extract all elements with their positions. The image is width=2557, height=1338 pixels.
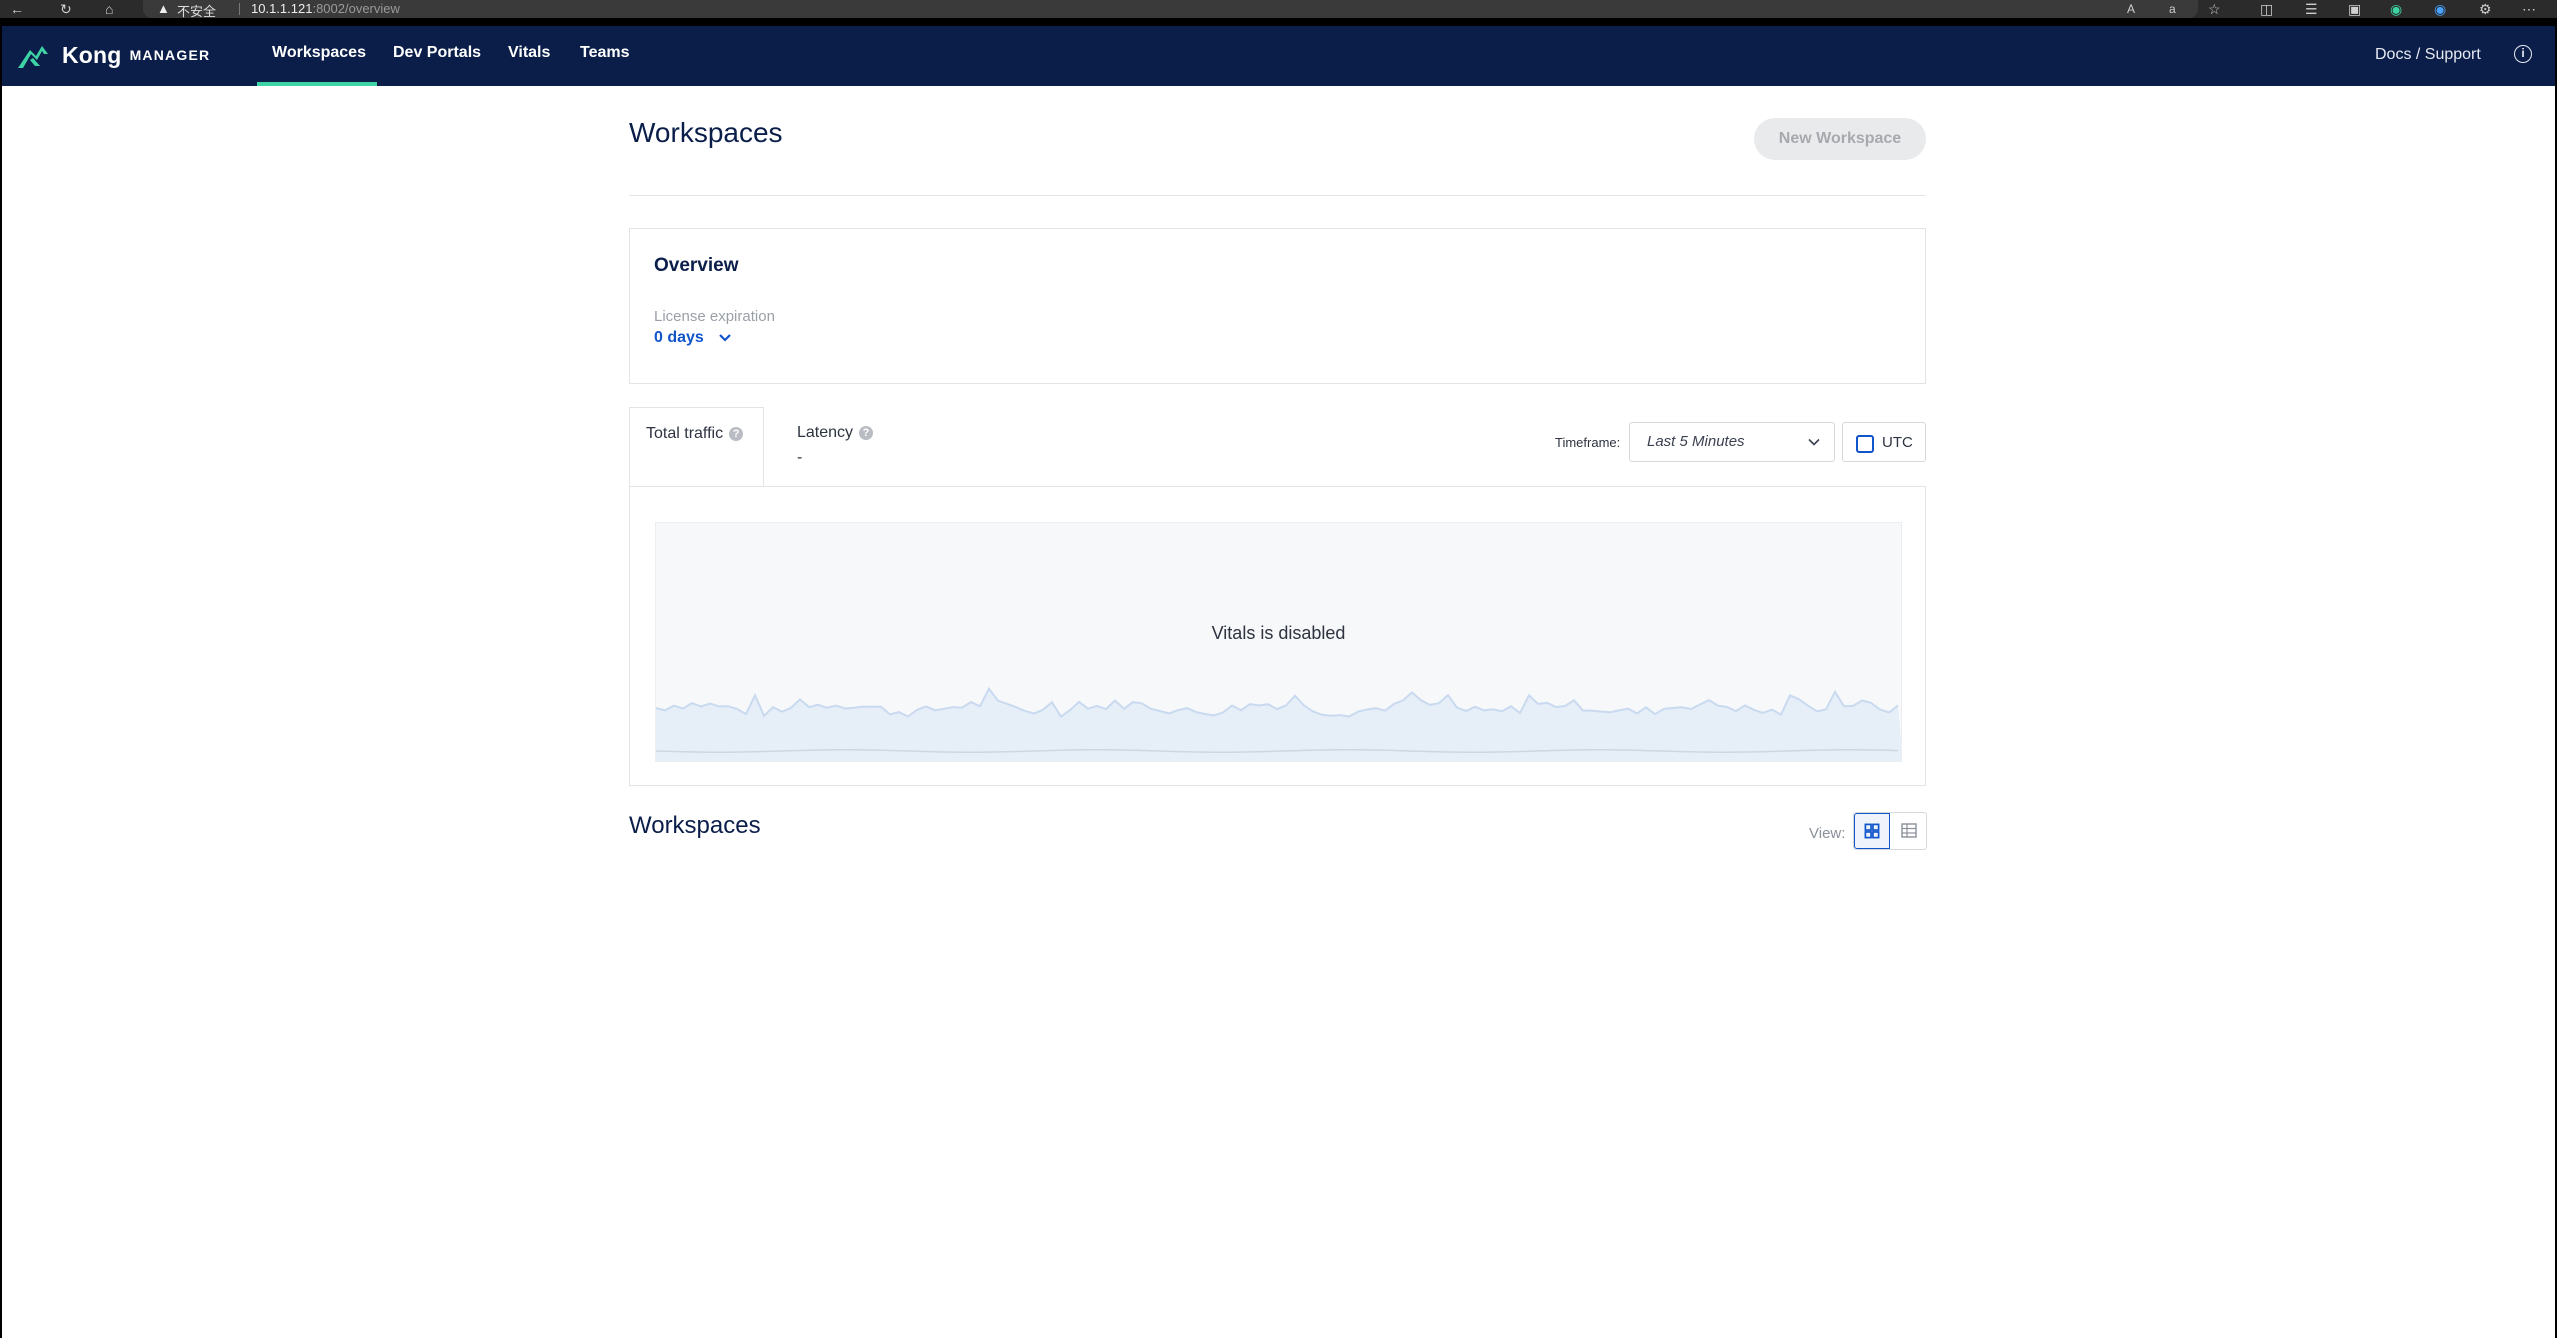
table-icon — [1901, 823, 1917, 838]
read-aloud-icon[interactable]: A — [2127, 1, 2135, 17]
total-traffic-label: Total traffic — [646, 425, 724, 442]
timeframe-label: Timeframe: — [1555, 435, 1621, 450]
license-expiration-label: License expiration — [654, 308, 775, 325]
help-icon[interactable]: ? — [729, 427, 744, 441]
docs-support-link[interactable]: Docs / Support — [2375, 46, 2481, 64]
overview-card: Overview License expiration 0 days — [629, 228, 1926, 384]
kong-logo-icon — [18, 46, 48, 68]
brand-name: Kong — [62, 41, 122, 68]
timeframe-value: Last 5 Minutes — [1647, 433, 1745, 450]
nav-dev-portals[interactable]: Dev Portals — [393, 44, 481, 62]
edge-icon[interactable]: ◉ — [2434, 1, 2446, 17]
utc-label: UTC — [1882, 434, 1913, 451]
info-icon[interactable]: i — [2514, 45, 2532, 63]
overview-title: Overview — [654, 255, 739, 276]
new-workspace-button[interactable]: New Workspace — [1754, 118, 1926, 160]
table-view-button[interactable] — [1891, 813, 1927, 849]
nav-vitals[interactable]: Vitals — [508, 44, 550, 62]
top-navbar: Kong MANAGER Workspaces Dev Portals Vita… — [2, 26, 2555, 86]
view-label: View: — [1809, 825, 1846, 842]
tab-latency[interactable]: Latency ? — [797, 424, 874, 442]
utc-toggle[interactable]: UTC — [1842, 422, 1926, 462]
url-text[interactable]: 10.1.1.121:8002/overview — [251, 1, 400, 16]
page-title: Workspaces — [629, 117, 783, 148]
brand-subtitle: MANAGER — [129, 47, 211, 63]
settings-icon[interactable]: ⚙ — [2479, 1, 2492, 17]
reload-icon[interactable]: ↻ — [60, 1, 72, 17]
kong-logo[interactable]: Kong MANAGER — [16, 40, 210, 70]
grid-view-button[interactable] — [1854, 813, 1890, 849]
url-host: 10.1.1.121 — [251, 1, 313, 16]
latency-label: Latency — [797, 424, 854, 441]
collections-icon[interactable]: ▣ — [2348, 1, 2361, 17]
nav-workspaces[interactable]: Workspaces — [272, 44, 366, 62]
home-icon[interactable]: ⌂ — [105, 1, 113, 17]
header-divider — [629, 195, 1926, 196]
vitals-chart-card: Vitals is disabled — [629, 486, 1926, 786]
vitals-chart-placeholder: Vitals is disabled — [655, 522, 1902, 762]
warning-icon: ▲ — [157, 1, 170, 16]
license-expiration-value: 0 days — [654, 329, 704, 346]
active-nav-indicator — [257, 82, 377, 86]
utc-checkbox[interactable] — [1856, 435, 1874, 453]
tab-total-traffic[interactable]: Total traffic ? — [629, 407, 764, 487]
url-path: :8002/overview — [312, 1, 400, 16]
workspaces-section-title: Workspaces — [629, 812, 761, 839]
favorite-icon[interactable]: ☆ — [2208, 1, 2221, 17]
latency-value: - — [797, 449, 803, 466]
chevron-down-icon — [1808, 438, 1820, 446]
more-icon[interactable]: ⋯ — [2522, 1, 2536, 17]
license-expiration-dropdown[interactable]: 0 days — [654, 329, 732, 347]
back-icon[interactable]: ← — [10, 1, 24, 17]
split-screen-icon[interactable]: ◫ — [2260, 1, 2273, 17]
browser-toolbar: ← ↻ ⌂ ▲ 不安全 10.1.1.121:8002/overview A a… — [0, 0, 2557, 19]
extension-icon[interactable]: ◉ — [2390, 1, 2402, 17]
help-icon[interactable]: ? — [859, 426, 874, 440]
vitals-disabled-message: Vitals is disabled — [1211, 623, 1346, 643]
translate-icon[interactable]: a — [2169, 1, 2176, 17]
address-bar[interactable]: ▲ 不安全 10.1.1.121:8002/overview — [143, 0, 2198, 19]
timeframe-select[interactable]: Last 5 Minutes — [1629, 422, 1835, 462]
insecure-label: 不安全 — [177, 4, 217, 19]
nav-teams[interactable]: Teams — [580, 44, 630, 62]
favorites-list-icon[interactable]: ☰ — [2305, 1, 2318, 17]
app-page: Kong MANAGER Workspaces Dev Portals Vita… — [2, 26, 2555, 1338]
chevron-down-icon — [719, 334, 731, 342]
view-toggle — [1853, 812, 1927, 850]
grid-icon — [1864, 823, 1880, 839]
